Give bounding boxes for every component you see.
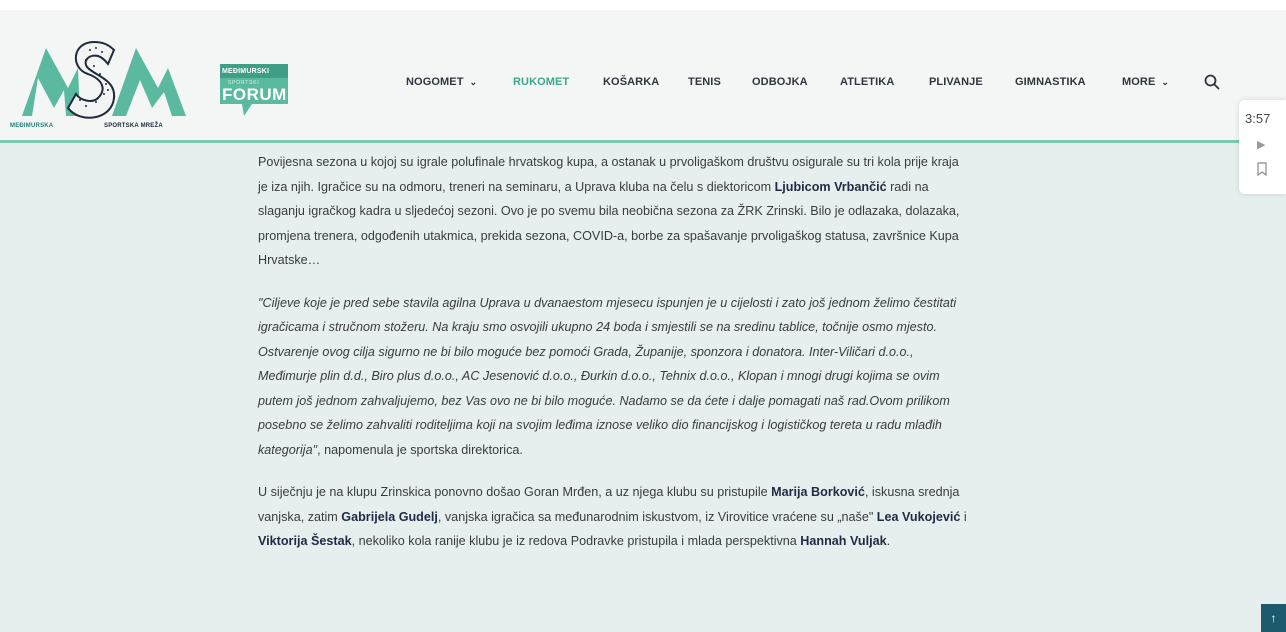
quote-text: "Ciljeve koje je pred sebe stavila agiln… xyxy=(258,295,957,457)
search-icon xyxy=(1204,74,1220,90)
person-name: Gabrijela Gudelj xyxy=(341,509,438,524)
nav-item-plivanje[interactable]: PLIVANJE xyxy=(929,76,983,88)
back-to-top-button[interactable]: ↑ xyxy=(1261,604,1286,632)
reading-time: 3:57 xyxy=(1245,111,1271,126)
nav-item-kosarka[interactable]: KOŠARKA xyxy=(603,76,659,88)
person-name: Hannah Vuljak xyxy=(800,534,887,548)
top-strip xyxy=(0,0,1286,10)
nav-item-gimnastika[interactable]: GIMNASTIKA xyxy=(1015,76,1086,88)
text-run: , nekoliko kola ranije klubu je iz redov… xyxy=(351,534,801,548)
person-name: Marija Borković xyxy=(771,485,865,499)
article-paragraph-3: U siječnju je na klupu Zrinskica ponovno… xyxy=(258,480,970,554)
forum-logo-top-text: MEĐIMURSKI xyxy=(222,68,270,75)
text-run: . xyxy=(886,534,891,548)
logo-text-sportska-mreza: SPORTSKA MREŽA xyxy=(104,123,163,129)
text-run: , vanjska igračica sa međunarodnim iskus… xyxy=(437,509,877,524)
bookmark-icon[interactable] xyxy=(1256,162,1268,176)
chevron-down-icon: ⌄ xyxy=(469,77,478,87)
msm-logo-mark xyxy=(22,40,186,119)
nav-item-label: MORE xyxy=(1122,76,1156,88)
nav-item-label: NOGOMET xyxy=(406,76,464,88)
article-body: Povijesna sezona u kojoj su igrale poluf… xyxy=(258,150,970,572)
text-run: U siječnju je na klupu Zrinskica ponovno… xyxy=(258,485,772,499)
nav-item-tenis[interactable]: TENIS xyxy=(688,76,721,88)
nav-item-odbojka[interactable]: ODBOJKA xyxy=(752,76,808,88)
article-quote: "Ciljeve koje je pred sebe stavila agiln… xyxy=(258,291,970,463)
logo-text-medimurska: MEĐIMURSKA xyxy=(10,123,54,129)
person-name: Ljubicom Vrbančić xyxy=(774,179,887,194)
arrow-up-icon: ↑ xyxy=(1270,611,1277,625)
text-run: i xyxy=(960,509,967,524)
nav-item-nogomet[interactable]: NOGOMET ⌄ xyxy=(406,76,477,88)
forum-logo-main-text: FORUM xyxy=(222,85,287,104)
person-name: Viktorija Šestak xyxy=(258,534,352,548)
reading-widget: 3:57 ▶ xyxy=(1239,100,1286,194)
nav-item-more[interactable]: MORE ⌄ xyxy=(1122,76,1169,88)
site-header: MEĐIMURSKA SPORTSKA MREŽA MEĐIMURSKI SPO… xyxy=(0,10,1286,143)
quote-attribution: , napomenula je sportska direktorica. xyxy=(317,442,523,457)
msm-logo[interactable]: MEĐIMURSKA SPORTSKA MREŽA xyxy=(8,28,198,138)
search-button[interactable] xyxy=(1203,73,1221,91)
forum-logo[interactable]: MEĐIMURSKI SPORTSKI FORUM xyxy=(218,62,290,122)
nav-item-rukomet[interactable]: RUKOMET xyxy=(513,76,569,88)
chevron-down-icon: ⌄ xyxy=(1161,77,1170,87)
nav-item-atletika[interactable]: ATLETIKA xyxy=(840,76,894,88)
person-name: Lea Vukojević xyxy=(876,509,961,524)
play-icon[interactable]: ▶ xyxy=(1257,138,1265,151)
article-paragraph-1: Povijesna sezona u kojoj su igrale poluf… xyxy=(258,150,970,273)
